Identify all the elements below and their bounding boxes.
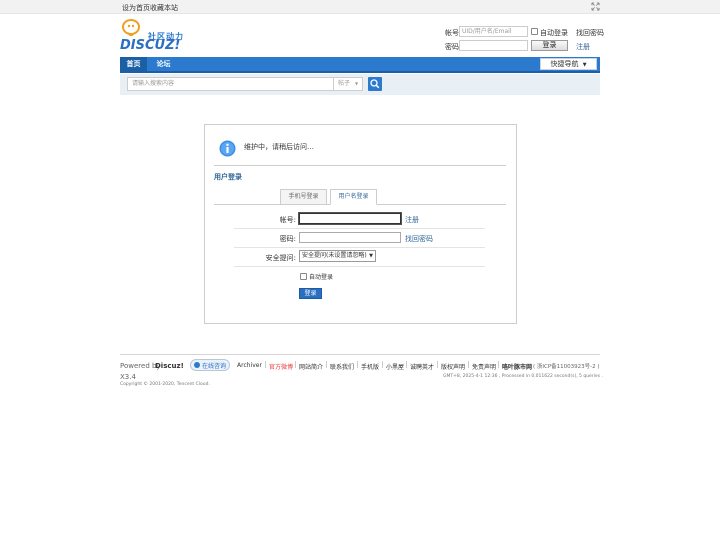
version: X3.4	[120, 373, 136, 381]
footer-link-mobile[interactable]: 手机版	[361, 362, 379, 371]
form-auto-login-label: 自动登录	[309, 274, 334, 281]
login-panel	[204, 124, 517, 324]
divider	[214, 165, 506, 166]
separator	[468, 361, 469, 368]
separator	[437, 361, 438, 368]
separator	[357, 361, 358, 368]
footer-link-contact[interactable]: 联系我们	[330, 362, 354, 371]
register-link[interactable]: 注册	[576, 42, 590, 52]
nav-item-forum[interactable]: 论坛	[150, 57, 177, 71]
processed-info: GMT+8, 2025-4-1 12:36 , Processed in 0.0…	[443, 374, 603, 379]
separator	[326, 361, 327, 368]
copyright: Copyright © 2001-2020, Tencent Cloud.	[120, 382, 210, 387]
nav-item-home[interactable]: 首页	[120, 57, 147, 71]
form-login-button[interactable]: 登录	[299, 288, 322, 299]
tab-phone-login[interactable]: 手机号登录	[280, 189, 327, 205]
search-type-label: 帖子	[338, 80, 351, 87]
caret-down-icon: ▼	[582, 62, 587, 68]
top-bar: 设为首页 收藏本站	[0, 0, 720, 14]
site-logo[interactable]: 社区动力 DISCUZ!	[120, 18, 192, 54]
footer-link-blacklist[interactable]: 小黑屋	[386, 362, 404, 371]
info-icon	[219, 140, 236, 157]
online-service-button[interactable]: 在线咨询	[190, 359, 230, 371]
separator	[498, 361, 499, 368]
maintenance-message: 维护中，请稍后访问…	[244, 143, 314, 151]
set-home-link[interactable]: 设为首页	[122, 3, 150, 13]
form-password-label: 密码:	[279, 235, 296, 243]
separator	[265, 361, 266, 368]
account-input[interactable]: UID/用户名/Email	[459, 26, 528, 37]
search-type-select[interactable]: 帖子 ▼	[334, 77, 363, 91]
form-register-link[interactable]: 注册	[405, 215, 419, 225]
login-button[interactable]: 登录	[531, 40, 568, 51]
chat-icon	[194, 362, 200, 368]
auto-login-label: 自动登录	[540, 29, 568, 37]
section-title: 用户登录	[214, 173, 242, 181]
search-input[interactable]: 请输入搜索内容	[127, 77, 334, 91]
auto-login-checkbox[interactable]	[531, 28, 538, 35]
bookmark-link[interactable]: 收藏本站	[150, 3, 178, 13]
separator	[295, 361, 296, 368]
password-label: 密码	[445, 43, 459, 51]
row-divider	[234, 266, 485, 267]
icp-link[interactable]: ( 浙ICP备11003923号-2 )	[533, 362, 600, 370]
footer-divider	[120, 354, 600, 355]
form-account-input[interactable]	[299, 213, 401, 224]
search-button[interactable]	[368, 77, 382, 91]
tab-username-login[interactable]: 用户名登录	[330, 189, 377, 205]
caret-down-icon: ▼	[369, 253, 373, 259]
discuz-link[interactable]: Discuz!	[155, 362, 184, 370]
footer-link-disclaimer[interactable]: 免责声明	[472, 362, 496, 371]
security-question-value: 安全提问(未设置请忽略)	[302, 252, 367, 259]
quick-nav-button[interactable]: 快捷导航 ▼	[540, 58, 597, 70]
row-divider	[234, 228, 485, 229]
fullscreen-icon[interactable]	[591, 2, 600, 11]
separator	[382, 361, 383, 368]
footer-link-weibo[interactable]: 官方微博	[269, 362, 293, 371]
separator	[406, 361, 407, 368]
quick-nav-label: 快捷导航	[550, 60, 579, 68]
footer-link-archiver[interactable]: Archiver	[237, 362, 262, 369]
security-question-select[interactable]: 安全提问(未设置请忽略) ▼	[299, 250, 376, 262]
find-password-link[interactable]: 找回密码	[576, 28, 604, 38]
form-find-password-link[interactable]: 找回密码	[405, 234, 433, 244]
online-service-label: 在线咨询	[202, 363, 227, 370]
form-account-label: 帐号:	[279, 216, 296, 224]
search-icon	[370, 79, 380, 89]
form-security-label: 安全提问:	[265, 254, 296, 262]
main-nav: 首页 论坛	[120, 57, 600, 73]
footer-link-jobs[interactable]: 诚聘英才	[410, 362, 434, 371]
site-name-link[interactable]: 咯叶豚市网	[502, 362, 532, 371]
form-auto-login-checkbox[interactable]	[300, 273, 307, 280]
footer-link-copyright[interactable]: 版权声明	[441, 362, 465, 371]
logo-text: DISCUZ!	[120, 38, 181, 53]
row-divider	[234, 247, 485, 248]
footer-link-about[interactable]: 网站简介	[299, 362, 323, 371]
account-label: 帐号	[445, 29, 459, 37]
caret-down-icon: ▼	[354, 81, 359, 86]
form-password-input[interactable]	[299, 232, 401, 243]
password-input[interactable]	[459, 40, 528, 51]
